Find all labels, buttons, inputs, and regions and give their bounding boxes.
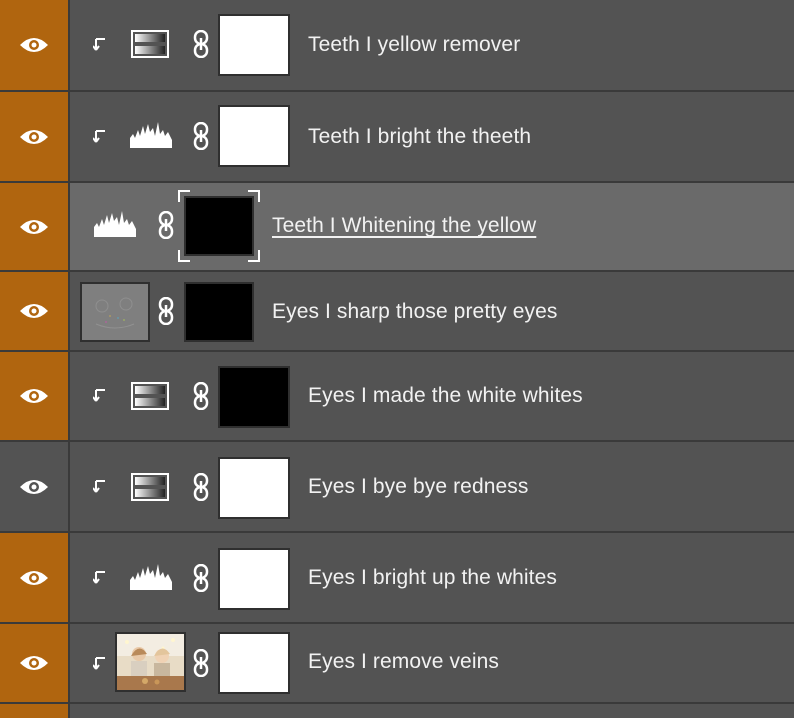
visibility-toggle[interactable]	[0, 272, 70, 350]
layer-row[interactable]: Teeth I bright the theeth	[0, 92, 794, 183]
eye-icon	[20, 38, 48, 52]
levels-icon	[130, 122, 172, 148]
clipping-arrow-icon	[93, 480, 105, 493]
layer-thumbnail[interactable]	[80, 282, 150, 342]
layer-mask-thumbnail[interactable]	[218, 14, 290, 76]
eye-icon	[20, 479, 48, 494]
gradient-map-icon	[131, 382, 169, 410]
layer-row[interactable]: Eyes I sharp those pretty eyes	[0, 272, 794, 352]
mask-selection-frame	[178, 190, 260, 262]
layer-name[interactable]: Teeth I bright the theeth	[308, 125, 531, 149]
family-photo-image	[117, 634, 184, 690]
layer-name[interactable]: Eyes I bye bye redness	[308, 475, 529, 499]
layer-mask-thumbnail[interactable]	[218, 105, 290, 167]
link-icon[interactable]	[193, 473, 209, 501]
gradient-map-icon	[131, 473, 169, 501]
layer-mask-thumbnail[interactable]	[184, 282, 254, 342]
layer-thumbnail[interactable]	[115, 632, 186, 692]
visibility-toggle[interactable]	[0, 352, 70, 440]
visibility-toggle[interactable]	[0, 92, 70, 181]
visibility-toggle[interactable]	[0, 533, 70, 622]
layer-mask-thumbnail[interactable]	[218, 457, 290, 519]
layer-name[interactable]: Teeth I yellow remover	[308, 33, 520, 57]
clipping-arrow-icon	[93, 657, 105, 670]
gradient-map-icon	[131, 30, 169, 58]
visibility-toggle[interactable]	[0, 0, 70, 90]
link-icon[interactable]	[193, 382, 209, 410]
layer-mask-thumbnail[interactable]	[218, 632, 290, 694]
eye-icon	[20, 129, 48, 144]
link-icon[interactable]	[158, 211, 174, 239]
layer-row[interactable]: Eyes I made the white whites	[0, 352, 794, 442]
link-icon[interactable]	[193, 122, 209, 150]
levels-icon	[94, 211, 136, 237]
layer-row[interactable]: Eyes I remove veins	[0, 624, 794, 704]
layers-panel: Teeth I yellow remover Teeth I bright th…	[0, 0, 794, 718]
link-icon[interactable]	[158, 297, 174, 325]
visibility-toggle	[0, 704, 70, 718]
layer-name[interactable]: Teeth I Whitening the yellow	[272, 214, 536, 238]
layer-name[interactable]: Eyes I remove veins	[308, 650, 499, 674]
eye-icon	[20, 570, 48, 585]
link-icon[interactable]	[193, 30, 209, 58]
visibility-toggle[interactable]	[0, 442, 70, 531]
eye-icon	[20, 389, 48, 403]
layer-row[interactable]: Eyes I bye bye redness	[0, 442, 794, 533]
layer-row-partial	[0, 704, 794, 718]
clipping-arrow-icon	[93, 38, 105, 51]
levels-icon	[130, 564, 172, 590]
clipping-arrow-icon	[93, 389, 105, 402]
high-pass-texture-image	[82, 284, 148, 340]
layer-mask-thumbnail[interactable]	[218, 366, 290, 428]
layer-mask-thumbnail[interactable]	[218, 548, 290, 610]
layer-row-selected[interactable]: Teeth I Whitening the yellow	[0, 183, 794, 272]
visibility-toggle[interactable]	[0, 624, 70, 702]
clipping-arrow-icon	[93, 130, 105, 143]
clipping-arrow-icon	[93, 571, 105, 584]
layer-row[interactable]: Teeth I yellow remover	[0, 0, 794, 92]
link-icon[interactable]	[193, 649, 209, 677]
eye-icon	[20, 304, 48, 318]
eye-icon	[20, 656, 48, 670]
link-icon[interactable]	[193, 564, 209, 592]
layer-row[interactable]: Eyes I bright up the whites	[0, 533, 794, 624]
layer-name[interactable]: Eyes I sharp those pretty eyes	[272, 300, 557, 324]
layer-name[interactable]: Eyes I bright up the whites	[308, 566, 557, 590]
eye-icon	[20, 219, 48, 234]
visibility-toggle[interactable]	[0, 183, 70, 270]
layer-name[interactable]: Eyes I made the white whites	[308, 384, 583, 408]
